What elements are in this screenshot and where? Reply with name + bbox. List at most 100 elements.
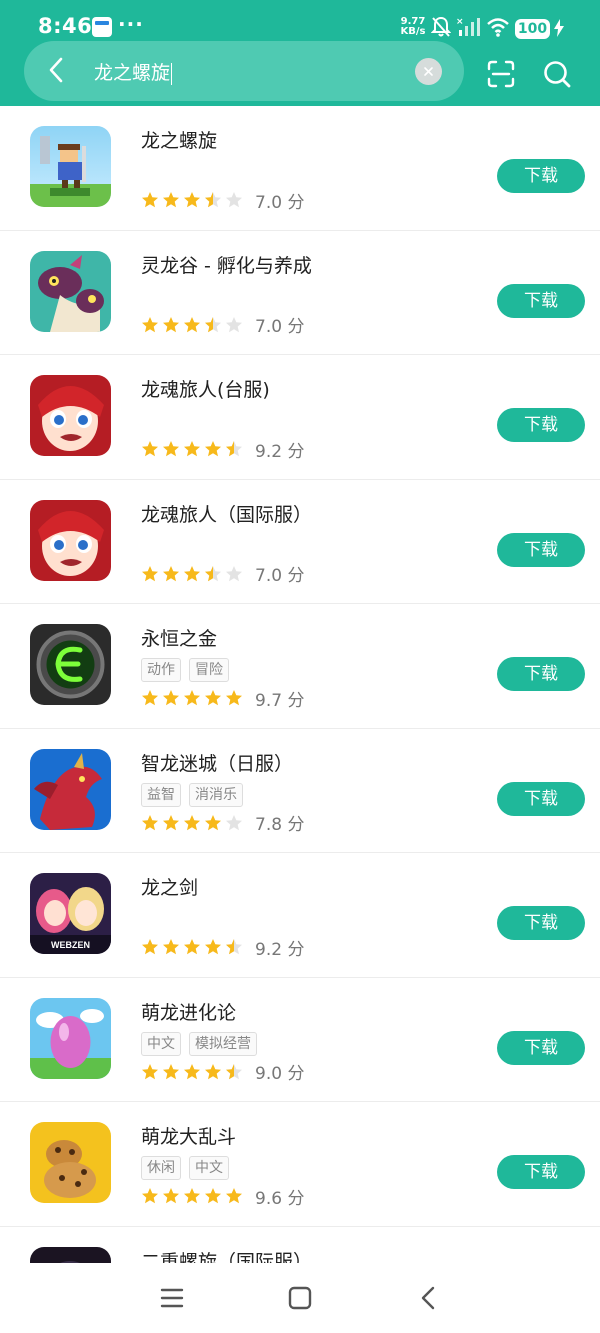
star-filled-icon <box>184 939 200 955</box>
app-name[interactable]: 龙之螺旋 <box>141 126 217 153</box>
download-button[interactable]: 下载 <box>497 657 585 691</box>
rating-score: 7.8 分 <box>255 815 305 835</box>
download-button[interactable]: 下载 <box>497 781 585 816</box>
app-name[interactable]: 萌龙进化论 <box>141 998 236 1025</box>
network-speed-unit: KB/s <box>400 26 426 37</box>
star-filled-icon <box>205 690 221 706</box>
app-name[interactable]: 龙之剑 <box>141 873 198 900</box>
star-half-icon <box>226 1063 242 1079</box>
app-icon[interactable] <box>30 997 111 1079</box>
download-button[interactable]: 下载 <box>497 159 585 193</box>
download-button[interactable]: 下载 <box>497 906 585 940</box>
app-list-item[interactable]: 永恒之金 动作 冒险 9.7 分 下载 <box>0 604 600 729</box>
star-empty-icon <box>226 565 242 581</box>
app-tag: 消消乐 <box>189 782 243 807</box>
app-tag: 益智 <box>141 782 181 807</box>
app-list-item[interactable]: 萌龙大乱斗休闲 中文 9.6 分 下载 <box>0 1102 600 1227</box>
app-icon[interactable] <box>30 1246 111 1263</box>
star-filled-icon <box>205 441 221 457</box>
app-name[interactable]: 永恒之金 <box>141 624 217 651</box>
search-results-list[interactable]: 龙之螺旋 7.0 分下载 灵龙谷 - 孵化与养成 7.0 分下载 龙魂旅人(台服) 9.2… <box>0 106 600 1263</box>
star-filled-icon <box>184 316 200 332</box>
search-query: 龙之螺旋 <box>94 62 171 84</box>
app-icon[interactable] <box>30 250 111 332</box>
bell-muted-icon <box>431 16 451 37</box>
app-icon[interactable] <box>30 624 111 705</box>
app-tags: 益智 消消乐 <box>141 782 243 807</box>
download-button[interactable]: 下载 <box>497 1030 585 1065</box>
star-filled-icon <box>184 1188 200 1204</box>
star-filled-icon <box>226 690 242 706</box>
app-name[interactable]: 二重螺旋（国际服） <box>141 1247 312 1264</box>
download-button[interactable]: 下载 <box>497 1155 585 1189</box>
scan-icon[interactable] <box>486 59 516 89</box>
rating-score: 9.2 分 <box>255 441 305 462</box>
text-cursor <box>171 62 173 85</box>
app-list-item[interactable]: 龙魂旅人（国际服） 7.0 分 下载 <box>0 480 600 604</box>
app-list-item[interactable]: 龙之螺旋 7.0 分 下载 <box>0 106 600 231</box>
nav-back-icon[interactable] <box>416 1285 442 1311</box>
app-name[interactable]: 龙魂旅人(台服) <box>141 375 270 402</box>
app-tags: 休闲 中文 <box>141 1156 229 1180</box>
star-empty-icon <box>226 814 242 830</box>
app-list-item[interactable]: 萌龙进化论 中文 模拟经营 9.0 分 下载 <box>0 978 600 1102</box>
rating-stars <box>141 191 243 209</box>
header: 8:46 ··· 9.77 KB/s × 100 龙之螺旋 <box>0 0 600 106</box>
app-tag: 模拟经营 <box>189 1031 257 1056</box>
app-name[interactable]: 龙魂旅人（国际服） <box>141 500 312 527</box>
rating-stars <box>141 316 243 334</box>
app-icon[interactable] <box>30 126 111 207</box>
star-filled-icon <box>142 1063 158 1079</box>
star-empty-icon <box>226 316 242 332</box>
app-icon[interactable] <box>30 499 111 581</box>
app-list-item[interactable]: 二重螺旋（国际服）下载 <box>0 1227 600 1264</box>
star-filled-icon <box>205 1063 221 1079</box>
app-icon[interactable] <box>30 1122 111 1203</box>
star-filled-icon <box>163 192 179 208</box>
clear-icon <box>424 67 433 76</box>
menu-icon[interactable] <box>159 1285 185 1311</box>
search-icon[interactable] <box>542 59 572 89</box>
app-list-item[interactable]: 龙魂旅人(台服) 9.2 分 下载 <box>0 355 600 480</box>
app-rating: 9.0 分 <box>141 1061 304 1084</box>
star-filled-icon <box>142 192 158 208</box>
star-filled-icon <box>142 441 158 457</box>
rating-score: 7.0 分 <box>255 317 305 337</box>
app-rating: 9.2 分 <box>141 438 305 462</box>
home-icon[interactable] <box>287 1285 313 1311</box>
download-button[interactable]: 下载 <box>497 283 585 318</box>
rating-stars <box>141 814 243 832</box>
app-tag: 动作 <box>141 658 181 682</box>
star-filled-icon <box>205 939 221 955</box>
wifi-icon <box>487 18 509 37</box>
app-list-item[interactable]: 灵龙谷 - 孵化与养成 7.0 分 下载 <box>0 231 600 355</box>
app-name[interactable]: 灵龙谷 - 孵化与养成 <box>141 251 312 278</box>
star-filled-icon <box>163 441 179 457</box>
app-rating: 9.6 分 <box>141 1185 304 1209</box>
search-bar[interactable] <box>24 41 464 101</box>
star-filled-icon <box>163 316 179 332</box>
star-filled-icon <box>163 939 179 955</box>
star-empty-icon <box>226 192 242 208</box>
app-icon[interactable] <box>30 375 111 456</box>
back-arrow-icon[interactable] <box>40 53 74 87</box>
network-speed: 9.77 KB/s <box>398 17 428 37</box>
star-filled-icon <box>184 441 200 457</box>
clear-search-button[interactable] <box>415 58 442 85</box>
rating-stars <box>141 1063 243 1081</box>
app-name[interactable]: 智龙迷城（日服） <box>141 749 293 776</box>
app-list-item[interactable]: WEBZEN 龙之剑 9.2 分 下载 <box>0 853 600 978</box>
rating-stars <box>141 938 243 956</box>
search-input[interactable]: 龙之螺旋 <box>94 58 173 85</box>
download-button[interactable]: 下载 <box>497 532 585 567</box>
status-bar: 8:46 ··· 9.77 KB/s × 100 <box>0 0 600 44</box>
star-half-icon <box>205 316 221 332</box>
app-icon[interactable] <box>30 748 111 830</box>
star-filled-icon <box>163 565 179 581</box>
app-rating: 9.7 分 <box>141 687 304 711</box>
star-filled-icon <box>142 690 158 706</box>
app-icon[interactable]: WEBZEN <box>30 873 111 954</box>
download-button[interactable]: 下载 <box>497 408 585 442</box>
app-name[interactable]: 萌龙大乱斗 <box>141 1122 236 1149</box>
app-list-item[interactable]: 智龙迷城（日服） 益智 消消乐 7.8 分 下载 <box>0 729 600 853</box>
